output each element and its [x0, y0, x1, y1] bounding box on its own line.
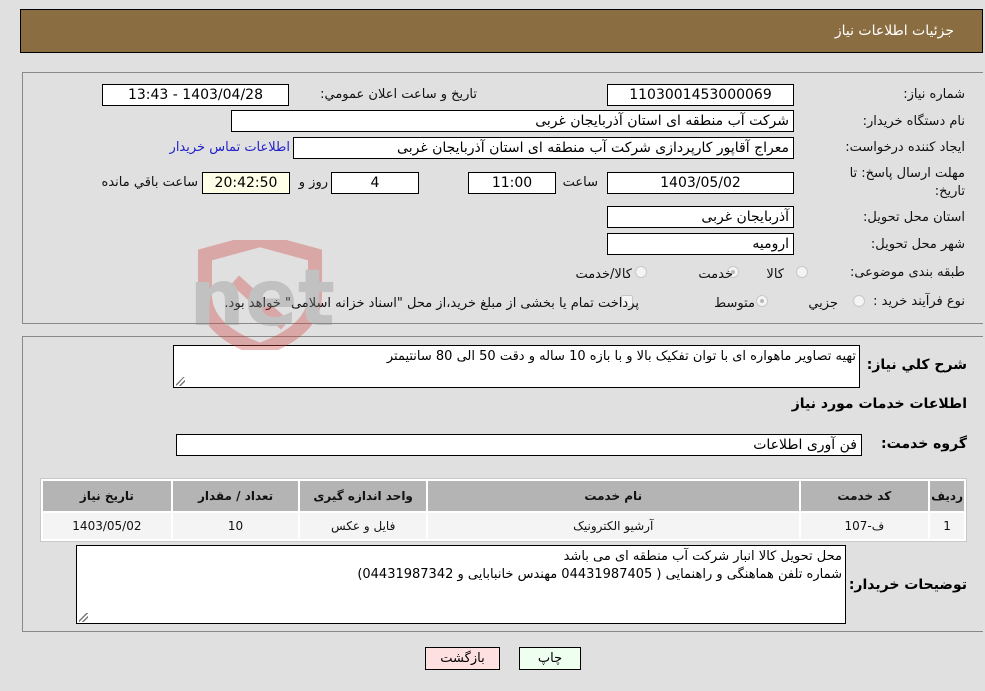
page-header: جزئیات اطلاعات نیاز [20, 9, 983, 53]
buyer-contact-link[interactable]: اطلاعات تماس خریدار [170, 140, 290, 155]
col-header-quantity: تعداد / مقدار [172, 481, 299, 511]
services-heading: اطلاعات خدمات مورد نیاز [791, 396, 967, 412]
category-option-service: خدمت [698, 267, 733, 282]
col-header-service-name: نام خدمت [427, 481, 799, 511]
col-header-need-date: تاریخ نیاز [43, 481, 171, 511]
treasury-note: پرداخت تمام یا بخشی از مبلغ خرید،از محل … [224, 296, 639, 311]
description-text: تهیه تصاویر ماهواره ای با توان تفکیک بال… [386, 349, 856, 364]
cell-row-number: 1 [930, 513, 964, 539]
service-group-label: گروه خدمت: [881, 436, 967, 452]
city-field[interactable]: ارومیه [607, 233, 794, 255]
process-option-medium: متوسط [714, 296, 755, 311]
resize-grip-icon[interactable] [79, 613, 88, 622]
category-radio-goods[interactable] [796, 266, 808, 278]
table-header-row: ردیف کد خدمت نام خدمت واحد اندازه گیری ت… [43, 481, 964, 511]
announce-date-field[interactable]: 1403/04/28 - 13:43 [102, 84, 289, 106]
deadline-date-field[interactable]: 1403/05/02 [607, 172, 794, 194]
need-details-panel: شماره نیاز: 1103001453000069 تاریخ و ساع… [22, 72, 983, 324]
col-header-service-code: کد خدمت [800, 481, 929, 511]
category-label: طبقه بندی موضوعی: [849, 265, 965, 280]
page-title: جزئیات اطلاعات نیاز [834, 23, 954, 39]
need-number-field[interactable]: 1103001453000069 [607, 84, 794, 106]
cell-quantity: 10 [172, 513, 299, 539]
days-label: روز و [298, 175, 328, 190]
buyer-notes-label: توضیحات خریدار: [848, 577, 967, 593]
creator-field[interactable]: معراج آقاپور کارپردازی شرکت آب منطقه ای … [293, 137, 794, 159]
cell-service-code: ف-107 [800, 513, 929, 539]
process-option-minor: جزيي [808, 296, 838, 311]
process-label: نوع فرآیند خرید : [873, 294, 965, 309]
resize-grip-icon[interactable] [176, 377, 185, 386]
remaining-time-field: 20:42:50 [202, 172, 290, 194]
need-number-label: شماره نیاز: [903, 87, 965, 102]
print-button[interactable]: چاپ [519, 647, 581, 670]
process-radio-minor[interactable] [853, 295, 865, 307]
description-label: شرح کلي نیاز: [866, 357, 967, 373]
category-radio-goods-service[interactable] [635, 266, 647, 278]
cell-service-name: آرشیو الکترونیک [427, 513, 799, 539]
back-button[interactable]: بازگشت [425, 647, 500, 670]
announce-date-label: تاریخ و ساعت اعلان عمومي: [320, 87, 477, 102]
table-row: 1 ف-107 آرشیو الکترونیک فایل و عکس 10 14… [43, 513, 964, 539]
process-radio-medium[interactable] [756, 295, 768, 307]
buyer-org-label: نام دستگاه خریدار: [862, 114, 965, 129]
description-textarea[interactable]: تهیه تصاویر ماهواره ای با توان تفکیک بال… [173, 345, 860, 388]
buyer-org-field[interactable]: شرکت آب منطقه ای استان آذربایجان غربی [231, 110, 794, 132]
services-table: ردیف کد خدمت نام خدمت واحد اندازه گیری ت… [40, 478, 967, 542]
remaining-time-label: ساعت باقي مانده [101, 175, 198, 190]
province-field[interactable]: آذربایجان غربی [607, 206, 794, 228]
col-header-row-number: ردیف [930, 481, 964, 511]
cell-need-date: 1403/05/02 [43, 513, 171, 539]
deadline-time-label: ساعت [562, 175, 598, 190]
city-label: شهر محل تحویل: [870, 237, 965, 252]
category-option-goods-service: کالا/خدمت [575, 267, 632, 282]
service-group-field[interactable]: فن آوری اطلاعات [176, 434, 862, 456]
cell-unit: فایل و عکس [300, 513, 426, 539]
col-header-unit: واحد اندازه گیری [300, 481, 426, 511]
creator-label: ایجاد کننده درخواست: [845, 140, 965, 155]
deadline-label: مهلت ارسال پاسخ: تا تاریخ: [849, 166, 965, 199]
category-option-goods: کالا [766, 267, 784, 282]
buyer-notes-line-2: شماره تلفن هماهنگی و راهنمایی ( 04431987… [357, 567, 842, 582]
buyer-notes-line-1: محل تحویل کالا انبار شرکت آب منطقه ای می… [563, 549, 842, 564]
deadline-time-field[interactable]: 11:00 [468, 172, 556, 194]
need-summary-panel: شرح کلي نیاز: تهیه تصاویر ماهواره ای با … [22, 336, 983, 632]
buyer-notes-textarea[interactable]: محل تحویل کالا انبار شرکت آب منطقه ای می… [76, 545, 846, 624]
days-remaining-field[interactable]: 4 [331, 172, 419, 194]
province-label: استان محل تحویل: [863, 210, 965, 225]
